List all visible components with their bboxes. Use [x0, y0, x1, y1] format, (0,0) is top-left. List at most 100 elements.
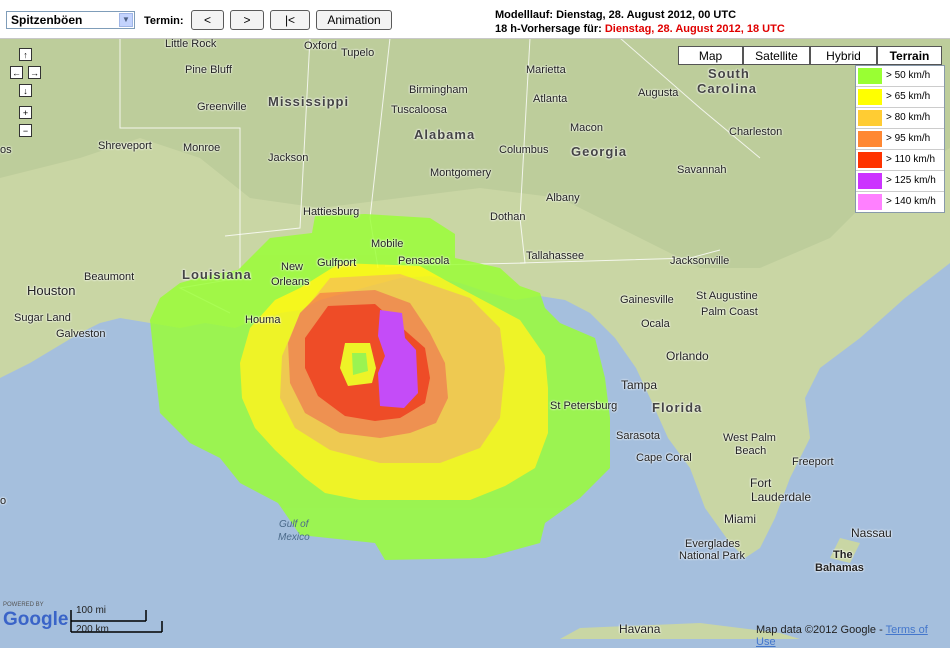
pan-left-button[interactable]: ←: [10, 66, 23, 79]
place-label: Sarasota: [616, 430, 661, 442]
state-label: South: [708, 66, 750, 81]
place-label: o: [0, 495, 7, 507]
animation-button[interactable]: Animation: [316, 10, 392, 30]
pan-down-button[interactable]: ↓: [19, 84, 32, 97]
place-label: Tampa: [621, 378, 658, 392]
prev-button[interactable]: <: [191, 10, 224, 30]
maptype-terrain[interactable]: Terrain: [877, 46, 942, 65]
map-data-attribution: Map data ©2012 Google - Terms of Use: [756, 624, 950, 648]
place-label: Shreveport: [98, 140, 152, 152]
place-label: Ocala: [641, 318, 670, 330]
legend: > 50 km/h > 65 km/h > 80 km/h > 95 km/h …: [855, 65, 945, 213]
legend-item: > 140 km/h: [856, 192, 944, 212]
legend-item: > 110 km/h: [856, 150, 944, 171]
place-label: Tupelo: [341, 47, 375, 59]
legend-item: > 95 km/h: [856, 129, 944, 150]
place-label: Albany: [546, 192, 580, 204]
water-label: Gulf of: [279, 519, 309, 530]
legend-label: > 80 km/h: [886, 112, 931, 123]
pan-right-button[interactable]: →: [28, 66, 41, 79]
place-label: St Augustine: [696, 290, 758, 302]
place-label: Charleston: [729, 126, 783, 138]
scale-km: 200 km: [76, 624, 109, 635]
legend-label: > 50 km/h: [886, 70, 931, 81]
place-label: Havana: [619, 622, 661, 636]
legend-swatch: [858, 110, 882, 126]
legend-swatch: [858, 68, 882, 84]
legend-label: > 125 km/h: [886, 175, 936, 186]
legend-label: > 110 km/h: [886, 154, 936, 165]
legend-swatch: [858, 152, 882, 168]
place-label: St Petersburg: [550, 400, 618, 412]
place-label: Mobile: [371, 238, 404, 250]
place-label: Palm Coast: [701, 306, 758, 318]
place-label: Jacksonville: [670, 255, 730, 267]
place-label: Galveston: [56, 328, 106, 340]
place-label: Dothan: [490, 211, 526, 223]
maptype-satellite[interactable]: Satellite: [743, 46, 810, 65]
place-label: West Palm: [723, 432, 776, 444]
model-run-info: Modelllauf: Dienstag, 28. August 2012, 0…: [495, 9, 737, 21]
toolbar: Spitzenböen ▼ Termin: < > |< Animation M…: [0, 0, 950, 39]
place-label: Lauderdale: [751, 490, 812, 504]
termin-label: Termin:: [144, 15, 184, 27]
state-label: Carolina: [697, 81, 758, 96]
place-label: Greenville: [197, 101, 247, 113]
legend-swatch: [858, 173, 882, 189]
chevron-down-icon[interactable]: ▼: [119, 13, 133, 27]
place-label: Fort: [750, 476, 772, 490]
place-label: Houston: [27, 283, 76, 298]
place-label: Everglades: [685, 538, 741, 550]
forecast-value: Dienstag, 28. August 2012, 18 UTC: [604, 23, 785, 35]
legend-swatch: [858, 194, 882, 210]
place-label: New: [281, 261, 304, 273]
next-button[interactable]: >: [230, 10, 264, 30]
place-label: Tuscaloosa: [391, 104, 447, 116]
place-label: Savannah: [677, 164, 727, 176]
place-label: Montgomery: [430, 167, 492, 179]
place-label: Bahamas: [815, 562, 864, 574]
place-label: Beach: [735, 445, 767, 457]
place-label: Birmingham: [409, 84, 468, 96]
legend-item: > 50 km/h: [856, 66, 944, 87]
state-label: Georgia: [571, 144, 628, 159]
place-label: Freeport: [792, 456, 834, 468]
map-data-text: Map data ©2012 Google -: [756, 624, 886, 636]
parameter-select[interactable]: Spitzenböen ▼: [6, 11, 135, 29]
place-label: Oxford: [304, 40, 338, 52]
place-label: Jackson: [268, 152, 309, 164]
place-label: Gainesville: [620, 294, 674, 306]
maptype-map[interactable]: Map: [678, 46, 743, 65]
place-label: Beaumont: [84, 271, 135, 283]
place-label: Augusta: [638, 87, 679, 99]
state-label: Mississippi: [268, 94, 350, 109]
place-label: Little Rock: [165, 38, 217, 50]
map-canvas[interactable]: Little Rock Oxford Tupelo Pine Bluff Mar…: [0, 38, 950, 639]
place-label: Atlanta: [533, 93, 568, 105]
place-label: Macon: [570, 122, 604, 134]
zoom-in-button[interactable]: +: [19, 106, 32, 119]
place-label: The: [833, 549, 853, 561]
place-label: Orleans: [271, 276, 310, 288]
place-label: Miami: [724, 512, 756, 526]
place-label: Tallahassee: [526, 250, 585, 262]
forecast-info: 18 h-Vorhersage für: Dienstag, 28. Augus…: [495, 23, 785, 35]
place-label: Orlando: [666, 349, 709, 363]
place-label: Marietta: [526, 64, 566, 76]
place-label: National Park: [679, 550, 746, 562]
place-label: Monroe: [183, 142, 221, 154]
zoom-out-button[interactable]: −: [19, 124, 32, 137]
powered-by-label: POWERED BY: [3, 602, 44, 608]
place-label: Houma: [245, 314, 281, 326]
place-label: Cape Coral: [636, 452, 692, 464]
legend-item: > 80 km/h: [856, 108, 944, 129]
legend-item: > 125 km/h: [856, 171, 944, 192]
forecast-prefix: 18 h-Vorhersage für:: [495, 23, 602, 35]
place-label: Columbus: [499, 144, 549, 156]
pan-up-button[interactable]: ↑: [19, 48, 32, 61]
google-logo[interactable]: Google: [3, 609, 68, 631]
state-label: Alabama: [414, 127, 476, 142]
first-button[interactable]: |<: [270, 10, 310, 30]
place-label: Hattiesburg: [303, 206, 360, 218]
maptype-hybrid[interactable]: Hybrid: [810, 46, 877, 65]
